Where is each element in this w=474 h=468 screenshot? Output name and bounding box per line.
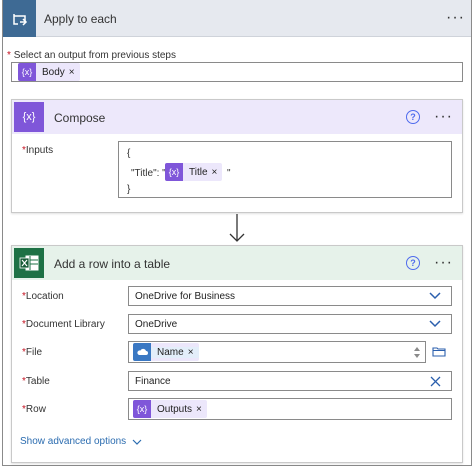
location-dropdown[interactable]: OneDrive for Business bbox=[128, 286, 452, 306]
row-label: *Row bbox=[22, 404, 46, 415]
add-row-more-button[interactable]: ··· bbox=[434, 255, 453, 271]
table-dropdown[interactable]: Finance bbox=[128, 371, 452, 391]
document-library-dropdown[interactable]: OneDrive bbox=[128, 314, 452, 334]
select-output-field[interactable]: {x} Body × bbox=[11, 62, 463, 82]
remove-token-button[interactable]: × bbox=[69, 67, 80, 78]
file-field[interactable]: Name × bbox=[128, 341, 426, 363]
row-field[interactable]: {x} Outputs × bbox=[128, 398, 452, 420]
location-label: *Location bbox=[22, 291, 64, 302]
inputs-field[interactable]: { "Title": " {x} Title × " } bbox=[118, 141, 452, 198]
add-row-card: Add a row into a table ? ··· *Location O… bbox=[11, 245, 463, 463]
show-advanced-options-link[interactable]: Show advanced options bbox=[20, 436, 142, 447]
excel-icon bbox=[14, 248, 44, 278]
apply-to-each-title: Apply to each bbox=[44, 12, 117, 26]
remove-token-button[interactable]: × bbox=[187, 346, 199, 358]
loop-icon bbox=[3, 0, 36, 37]
inputs-label: *Inputs bbox=[22, 145, 54, 156]
apply-to-each-container: Apply to each ··· * Select an output fro… bbox=[2, 0, 472, 466]
outputs-token[interactable]: {x} Outputs × bbox=[133, 400, 207, 418]
file-stepper[interactable] bbox=[413, 345, 421, 360]
body-token[interactable]: {x} Body × bbox=[18, 63, 80, 81]
table-label: *Table bbox=[22, 376, 50, 387]
help-icon[interactable]: ? bbox=[406, 256, 420, 270]
expression-icon: {x} bbox=[18, 63, 36, 81]
add-row-header[interactable]: Add a row into a table ? ··· bbox=[12, 246, 462, 280]
chevron-down-icon bbox=[132, 439, 142, 445]
chevron-down-icon bbox=[429, 292, 441, 300]
name-token[interactable]: Name × bbox=[133, 343, 199, 361]
arrow-down-icon bbox=[229, 214, 245, 242]
help-icon[interactable]: ? bbox=[406, 110, 420, 124]
compose-title: Compose bbox=[54, 111, 106, 125]
apply-to-each-header[interactable]: Apply to each ··· bbox=[3, 0, 471, 37]
folder-icon[interactable] bbox=[432, 346, 446, 357]
compose-header[interactable]: {x} Compose ? ··· bbox=[12, 100, 462, 134]
expression-icon: {x} bbox=[165, 163, 183, 181]
clear-icon[interactable] bbox=[430, 376, 441, 387]
file-label: *File bbox=[22, 347, 43, 358]
apply-to-each-more-button[interactable]: ··· bbox=[446, 10, 465, 26]
onedrive-icon bbox=[133, 343, 151, 361]
select-output-label: * Select an output from previous steps bbox=[7, 50, 176, 61]
add-row-title: Add a row into a table bbox=[54, 257, 171, 271]
compose-more-button[interactable]: ··· bbox=[434, 109, 453, 125]
document-library-label: *Document Library bbox=[22, 319, 105, 330]
expression-icon: {x} bbox=[133, 400, 151, 418]
title-token[interactable]: {x} Title × bbox=[165, 163, 223, 181]
remove-token-button[interactable]: × bbox=[196, 404, 207, 415]
chevron-down-icon bbox=[429, 320, 441, 328]
compose-icon: {x} bbox=[14, 102, 44, 132]
compose-card: {x} Compose ? ··· *Inputs { "Title": " {… bbox=[11, 99, 463, 213]
remove-token-button[interactable]: × bbox=[212, 167, 223, 178]
